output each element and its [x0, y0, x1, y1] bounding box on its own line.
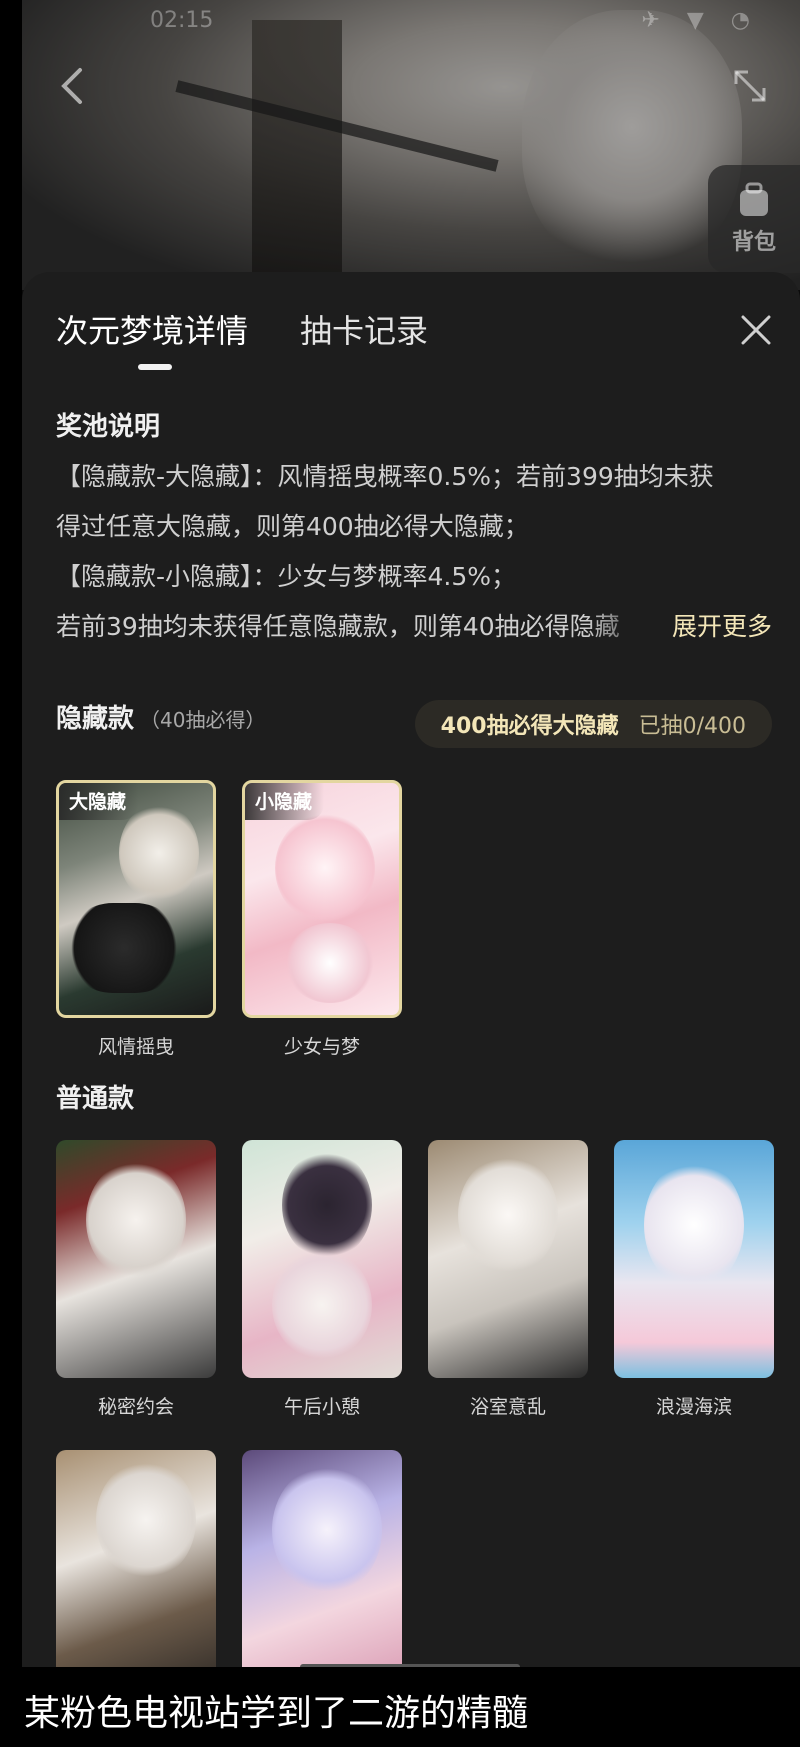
active-tab-indicator [138, 364, 172, 370]
hidden-section-subtitle: （40抽必得） [140, 708, 266, 732]
chevron-left-icon [61, 68, 82, 104]
pool-line: 【隐藏款-小隐藏】：少女与梦概率4.5%； [56, 562, 517, 591]
backpack-icon [740, 182, 768, 216]
tab-bar: 次元梦境详情 抽卡记录 [56, 306, 428, 352]
card-tag: 小隐藏 [245, 783, 325, 820]
close-icon [741, 315, 771, 345]
card-image: 大隐藏 [56, 780, 216, 1018]
expand-more-link[interactable]: 展开更多 [657, 602, 772, 652]
text-fade-mask [586, 602, 656, 652]
card-image [242, 1450, 402, 1688]
caption-text: 某粉色电视站学到了二游的精髓 [24, 1693, 529, 1734]
pool-line: 得过任意大隐藏，则第400抽必得大隐藏； [56, 512, 529, 541]
card-art-figure [458, 1155, 558, 1275]
hidden-section-header: 隐藏款 （40抽必得） [56, 698, 265, 735]
card-hidden-big[interactable]: 大隐藏 风情摇曳 [56, 780, 216, 1059]
card-art-figure [644, 1160, 744, 1290]
card-label: 风情摇曳 [97, 1036, 174, 1058]
card-image [614, 1140, 774, 1378]
hero-dim-overlay [22, 0, 800, 290]
card-art-legs [69, 903, 179, 993]
pool-line: 【隐藏款-大隐藏】：风情摇曳概率0.5%；若前399抽均未获 [56, 462, 714, 491]
card-tag: 大隐藏 [59, 783, 139, 820]
status-icons: ✈ ▼ ◔ [641, 8, 760, 33]
guarantee-label: 400抽必得大隐藏 [440, 714, 619, 739]
hidden-section-title: 隐藏款 [56, 704, 135, 734]
guarantee-progress-pill: 400抽必得大隐藏 已抽0/400 [414, 700, 772, 748]
card-image [428, 1140, 588, 1378]
card-image: 小隐藏 [242, 780, 402, 1018]
pool-line-text: 若前39抽均未获得任意隐藏款，则第40抽必得隐藏 [56, 612, 620, 641]
card-normal[interactable] [56, 1450, 216, 1688]
pool-description-title: 奖池说明 [56, 412, 161, 442]
card-normal[interactable]: 浪漫海滨 [614, 1140, 774, 1419]
pool-detail-sheet: 次元梦境详情 抽卡记录 奖池说明 【隐藏款-大隐藏】：风情摇曳概率0.5%；若前… [22, 272, 800, 1688]
close-button[interactable] [738, 312, 774, 348]
card-art-figure [119, 803, 199, 903]
backpack-button[interactable]: 背包 [708, 165, 800, 273]
card-label: 午后小憩 [283, 1396, 360, 1418]
card-image [56, 1140, 216, 1378]
card-art-figure [86, 1160, 186, 1280]
normal-section-title: 普通款 [56, 1084, 135, 1114]
tab-dream-details[interactable]: 次元梦境详情 [56, 306, 248, 352]
status-time: 02:15 [150, 8, 214, 33]
left-edge-strip [0, 0, 22, 1747]
card-normal[interactable]: 秘密约会 [56, 1140, 216, 1419]
card-hidden-small[interactable]: 小隐藏 少女与梦 [242, 780, 402, 1059]
card-normal[interactable] [242, 1450, 402, 1688]
fullscreen-button[interactable] [730, 66, 770, 106]
card-art-body [272, 1250, 372, 1360]
card-normal[interactable]: 午后小憩 [242, 1140, 402, 1419]
card-label: 秘密约会 [97, 1396, 174, 1418]
card-image [242, 1140, 402, 1378]
draw-progress-label: 已抽0/400 [638, 714, 746, 739]
card-art-figure [282, 1150, 372, 1260]
hero-background-art [22, 0, 800, 290]
back-button[interactable] [52, 62, 92, 110]
tab-draw-records[interactable]: 抽卡记录 [300, 306, 428, 352]
card-label: 少女与梦 [283, 1036, 360, 1058]
card-art-figure [96, 1460, 196, 1580]
expand-icon [734, 70, 766, 102]
card-normal[interactable]: 浴室意乱 [428, 1140, 588, 1419]
card-art-figure [275, 813, 375, 923]
card-art-figure [272, 1465, 382, 1595]
card-label: 浪漫海滨 [655, 1396, 732, 1418]
backpack-label: 背包 [731, 230, 776, 255]
card-label: 浴室意乱 [469, 1396, 546, 1418]
card-art-flowers [285, 923, 375, 1003]
card-image [56, 1450, 216, 1688]
